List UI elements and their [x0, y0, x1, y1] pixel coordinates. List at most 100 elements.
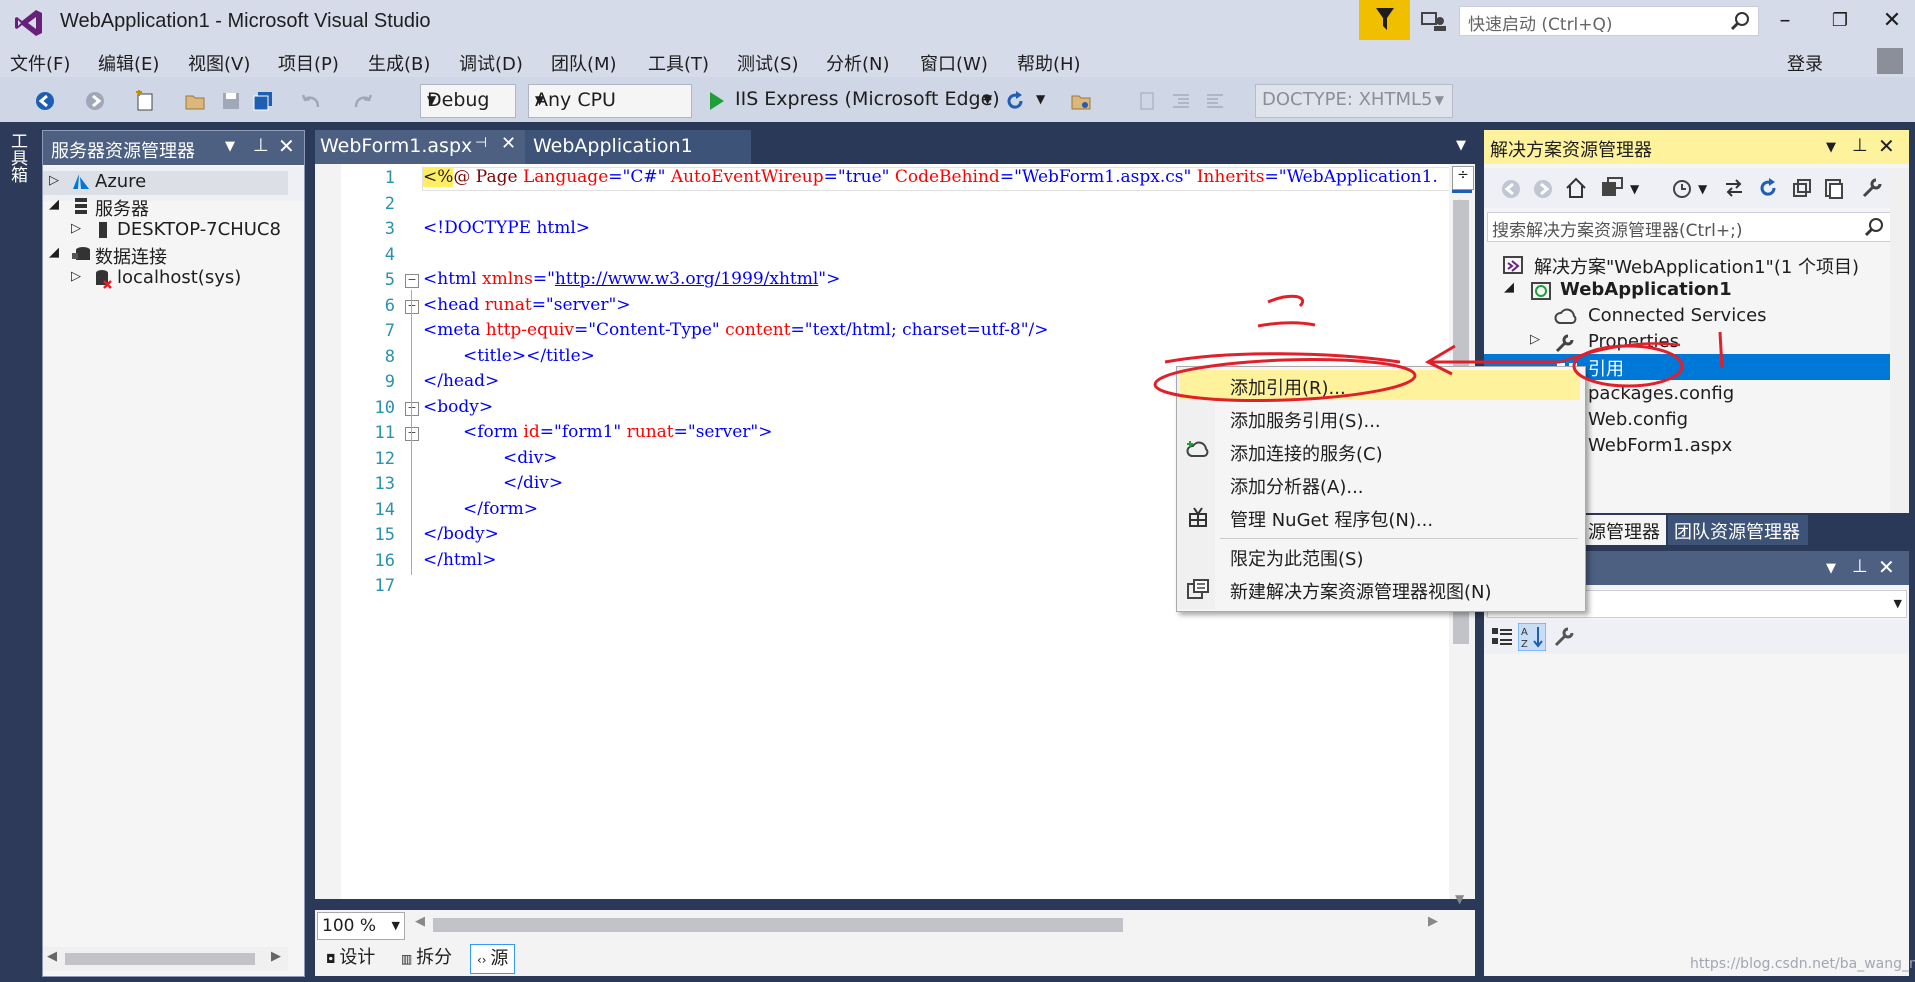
pin-icon[interactable]: ⊥	[1852, 135, 1868, 156]
show-all-files-icon[interactable]	[1822, 176, 1846, 200]
document-icon[interactable]	[1136, 90, 1158, 112]
fold-toggle[interactable]: −	[405, 274, 419, 288]
tree-item-localhost[interactable]: ▷ localhost(sys)	[43, 267, 288, 291]
tree-item-properties[interactable]: ▷ Properties	[1500, 330, 1900, 356]
redo-icon[interactable]	[352, 90, 374, 112]
login-link[interactable]: 登录	[1787, 50, 1823, 76]
menu-analyze[interactable]: 分析(N)	[826, 50, 890, 76]
new-project-icon[interactable]	[134, 90, 156, 112]
refresh-icon[interactable]	[1004, 90, 1026, 112]
tree-item-project[interactable]: ◢ WebApplication1	[1500, 278, 1900, 304]
pin-icon[interactable]: ⊣	[475, 135, 487, 151]
expand-arrow-icon[interactable]: ▷	[49, 173, 59, 188]
tab-split[interactable]: ▥ 拆分	[395, 944, 458, 972]
doctype-select[interactable]: DOCTYPE: XHTML5 ▼	[1255, 84, 1453, 118]
forward-icon[interactable]	[84, 90, 106, 112]
tree-item-servers[interactable]: ◢ 服务器	[43, 195, 288, 220]
properties-icon[interactable]	[1860, 176, 1884, 200]
scroll-right-icon[interactable]: ▶	[271, 949, 281, 964]
scroll-right-icon[interactable]: ▶	[1428, 914, 1438, 929]
menu-team[interactable]: 团队(M)	[551, 50, 617, 76]
tree-item-solution[interactable]: 解决方案"WebApplication1"(1 个项目)	[1500, 252, 1900, 278]
avatar[interactable]	[1877, 48, 1903, 74]
expand-arrow-icon[interactable]: ▷	[71, 221, 81, 236]
sync-icon[interactable]	[1722, 176, 1746, 200]
zoom-select[interactable]: 100 % ▼	[317, 912, 405, 940]
close-icon[interactable]: ✕	[501, 133, 516, 154]
menu-item-add-connected-service[interactable]: 添加连接的服务(C)	[1230, 440, 1383, 466]
split-icon[interactable]: ÷	[1452, 166, 1474, 190]
save-all-icon[interactable]	[252, 90, 274, 112]
menu-help[interactable]: 帮助(H)	[1017, 50, 1081, 76]
scroll-left-icon[interactable]: ◀	[47, 949, 57, 964]
fold-toggle[interactable]: −	[405, 402, 419, 416]
solution-search-input[interactable]: 搜索解决方案资源管理器(Ctrl+;) ▼	[1487, 212, 1907, 242]
chevron-down-icon[interactable]: ▼	[1036, 92, 1045, 106]
property-pages-icon[interactable]	[1552, 625, 1576, 649]
fold-toggle[interactable]: −	[405, 300, 419, 314]
platform-select[interactable]: Any CPU ▼	[528, 84, 692, 118]
scroll-down-icon[interactable]: ▼	[1455, 892, 1464, 906]
tab-source[interactable]: ‹› 源	[470, 944, 516, 974]
fold-toggle[interactable]: −	[405, 427, 419, 441]
menu-item-add-service-reference[interactable]: 添加服务引用(S)...	[1230, 407, 1381, 433]
menu-build[interactable]: 生成(B)	[368, 50, 430, 76]
tree-item-azure[interactable]: ▷ Azure	[43, 171, 288, 195]
close-icon[interactable]: ✕	[1878, 134, 1895, 158]
save-icon[interactable]	[220, 90, 242, 112]
categorized-icon[interactable]	[1490, 625, 1514, 649]
collapse-arrow-icon[interactable]: ◢	[49, 197, 59, 212]
horizontal-scrollbar[interactable]: ◀ ▶	[43, 947, 288, 971]
back-icon[interactable]	[1500, 178, 1522, 200]
close-window-button[interactable]: ✕	[1872, 6, 1912, 36]
chevron-down-icon[interactable]: ▼	[1698, 182, 1707, 196]
close-icon[interactable]: ✕	[278, 134, 295, 158]
quick-launch-input[interactable]: 快速启动 (Ctrl+Q)	[1459, 6, 1759, 36]
expand-arrow-icon[interactable]: ▷	[1530, 332, 1540, 347]
menu-test[interactable]: 测试(S)	[737, 50, 798, 76]
chevron-down-icon[interactable]: ▼	[983, 92, 992, 106]
minimize-button[interactable]: –	[1765, 6, 1805, 36]
open-file-icon[interactable]	[184, 90, 206, 112]
indent-icon[interactable]	[1170, 90, 1192, 112]
tree-item-desktop[interactable]: ▷ DESKTOP-7CHUC8	[43, 219, 288, 243]
tree-item-data-connections[interactable]: ◢ 数据连接	[43, 243, 288, 268]
menu-tools[interactable]: 工具(T)	[648, 50, 709, 76]
menu-debug[interactable]: 调试(D)	[459, 50, 523, 76]
chevron-down-icon[interactable]: ▼	[1826, 561, 1836, 576]
forward-icon[interactable]	[1532, 178, 1554, 200]
scroll-left-icon[interactable]: ◀	[415, 914, 425, 929]
menu-item-new-solution-view[interactable]: 新建解决方案资源管理器视图(N)	[1230, 578, 1492, 604]
solution-config-select[interactable]: Debug ▼	[420, 84, 516, 118]
toolbox-tab[interactable]: 工具箱	[7, 132, 30, 183]
menu-view[interactable]: 视图(V)	[188, 50, 250, 76]
menu-item-add-analyzer[interactable]: 添加分析器(A)...	[1230, 473, 1364, 499]
run-target-label[interactable]: IIS Express (Microsoft Edge)	[735, 88, 1000, 110]
back-icon[interactable]	[34, 90, 56, 112]
pin-icon[interactable]: ⊥	[1852, 556, 1868, 577]
restore-button[interactable]: ❐	[1820, 6, 1860, 36]
collapse-all-icon[interactable]	[1790, 176, 1814, 200]
tab-webapplication1[interactable]: WebApplication1	[525, 130, 751, 164]
pin-icon[interactable]: ⊥	[253, 135, 269, 156]
live-share-icon[interactable]	[1420, 9, 1448, 33]
collapse-arrow-icon[interactable]: ◢	[1504, 280, 1514, 295]
menu-edit[interactable]: 编辑(E)	[98, 50, 159, 76]
undo-icon[interactable]	[300, 90, 322, 112]
pending-changes-icon[interactable]	[1670, 176, 1694, 200]
start-icon[interactable]	[708, 91, 726, 111]
menu-item-manage-nuget[interactable]: 管理 NuGet 程序包(N)...	[1230, 506, 1433, 532]
home-icon[interactable]	[1564, 176, 1588, 200]
code-link[interactable]: http://www.w3.org/1999/xhtml	[555, 269, 818, 289]
scrollbar-thumb[interactable]	[65, 953, 255, 965]
browse-folder-icon[interactable]	[1070, 90, 1092, 112]
menu-project[interactable]: 项目(P)	[278, 50, 339, 76]
switch-views-icon[interactable]	[1600, 176, 1624, 200]
menu-item-add-reference[interactable]: 添加引用(R)...	[1230, 374, 1346, 400]
tree-item-connected-services[interactable]: Connected Services	[1500, 304, 1900, 330]
menu-item-scope-to-this[interactable]: 限定为此范围(S)	[1230, 545, 1363, 571]
vertical-scrollbar[interactable]	[1890, 168, 1909, 513]
menu-file[interactable]: 文件(F)	[10, 50, 70, 76]
alphabetical-icon[interactable]: AZ	[1518, 623, 1546, 651]
tab-team-explorer[interactable]: 团队资源管理器	[1668, 515, 1808, 545]
